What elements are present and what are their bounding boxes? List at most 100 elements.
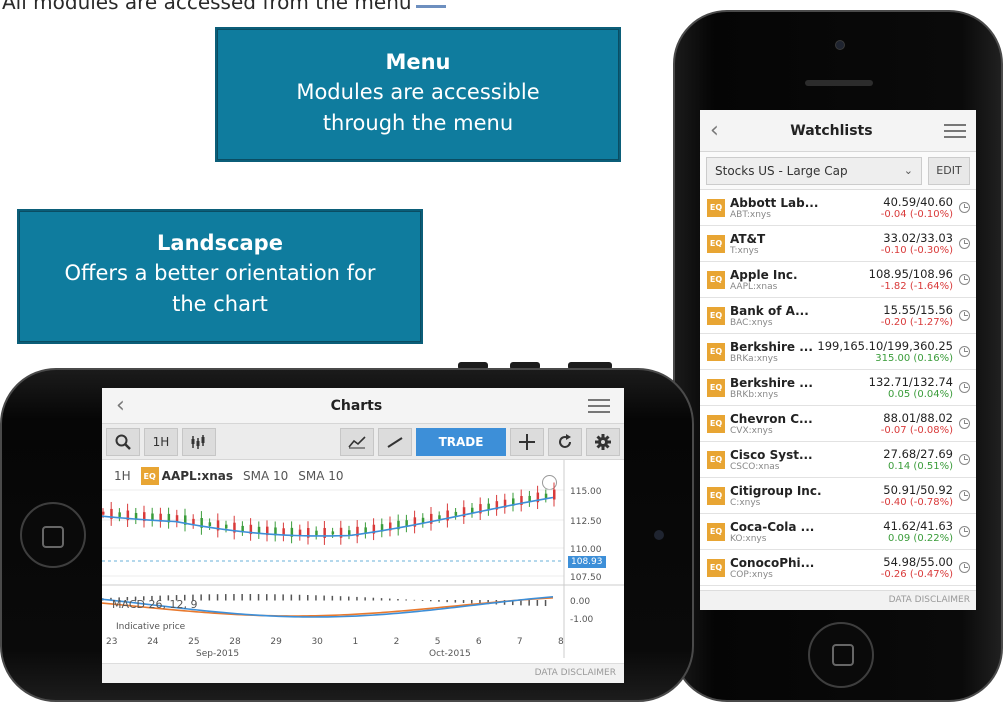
price-change: -0.26 (-0.47%)	[880, 569, 953, 580]
watchlist-row[interactable]: EQ Berkshire ... BRKb:xnys 132.71/132.74 0.0…	[700, 370, 976, 406]
earpiece	[805, 80, 873, 86]
trend-line-icon	[387, 436, 403, 448]
search-button[interactable]	[106, 427, 140, 456]
clock-icon[interactable]	[959, 562, 970, 573]
clock-icon[interactable]	[959, 202, 970, 213]
macd-bar	[274, 594, 276, 601]
watchlist-row[interactable]: EQ Apple Inc. AAPL:xnas 108.95/108.96 -1.82 …	[700, 262, 976, 298]
macd-bar	[430, 600, 432, 602]
candle-body	[553, 489, 556, 500]
last-price-tag: 108.93	[568, 556, 606, 568]
callout-title: Menu	[385, 50, 451, 74]
macd-bar	[282, 594, 284, 601]
macd-bar	[266, 594, 268, 601]
back-icon[interactable]: ‹	[710, 119, 719, 142]
home-button[interactable]	[20, 502, 86, 568]
watchlist-row[interactable]: EQ Cisco Syst... CSCO:xnas 27.68/27.69 0.14 …	[700, 442, 976, 478]
instrument-symbol: C:xnys	[730, 497, 761, 508]
draw-line-button[interactable]	[378, 427, 412, 456]
home-button[interactable]	[808, 622, 874, 688]
instrument-name: Chevron C...	[730, 411, 813, 426]
macd-bar	[249, 594, 252, 601]
instrument-info: AT&T T:xnys	[730, 232, 881, 256]
eq-badge: EQ	[707, 486, 725, 505]
watchlist-row[interactable]: EQ Coca-Cola ... KO:xnys 41.62/41.63 0.09 (0…	[700, 514, 976, 550]
instrument-name: Apple Inc.	[730, 267, 798, 282]
clock-icon[interactable]	[959, 382, 970, 393]
menu-icon[interactable]	[944, 123, 966, 138]
bid-ask: 40.59/40.60	[883, 195, 953, 209]
macd-bar	[257, 594, 260, 601]
macd-bar	[241, 594, 243, 601]
data-disclaimer-link[interactable]: DATA DISCLAIMER	[700, 590, 976, 610]
data-disclaimer-link[interactable]: DATA DISCLAIMER	[102, 663, 624, 683]
indicators-button[interactable]	[340, 427, 374, 456]
watchlist-row[interactable]: EQ Berkshire ... BRKa:xnys 199,165.10/199,3…	[700, 334, 976, 370]
interval-button[interactable]: 1H	[144, 427, 178, 456]
watchlist-row[interactable]: EQ Chevron C... CVX:xnys 88.01/88.02 -0.07 (…	[700, 406, 976, 442]
refresh-icon	[559, 433, 571, 448]
clock-icon[interactable]	[959, 310, 970, 321]
clock-icon[interactable]	[959, 274, 970, 285]
macd-bar	[356, 596, 358, 601]
front-camera	[835, 40, 845, 50]
instrument-prices: 199,165.10/199,360.25 315.00 (0.16%)	[817, 339, 953, 364]
watchlist-row[interactable]: EQ AT&T T:xnys 33.02/33.03 -0.10 (-0.30%)	[700, 226, 976, 262]
clock-icon[interactable]	[959, 346, 970, 357]
watchlist-screen: ‹ Watchlists Stocks US - Large Cap ⌄ EDI…	[700, 110, 976, 610]
macd-bar	[200, 594, 202, 601]
instrument-name: ConocoPhi...	[730, 555, 815, 570]
bid-ask: 199,165.10/199,360.25	[817, 339, 953, 353]
candle-body	[118, 512, 121, 517]
x-tick: 2	[393, 637, 400, 647]
chart-area[interactable]: 1H EQ AAPL:xnas SMA 10 SMA 10 115.00 112…	[102, 460, 624, 660]
candle-body	[331, 531, 335, 535]
callout-menu: Menu Modules are accessible through the …	[215, 27, 621, 162]
bid-ask: 27.68/27.69	[883, 447, 953, 461]
eq-badge: EQ	[707, 270, 725, 289]
settings-button[interactable]	[586, 427, 620, 456]
watchlist-select[interactable]: Stocks US - Large Cap ⌄	[706, 156, 922, 185]
eq-badge: EQ	[707, 414, 725, 433]
refresh-button[interactable]	[548, 427, 582, 456]
eq-badge: EQ	[707, 558, 725, 577]
macd-bar	[331, 595, 334, 601]
caption: All modules are accessed from the menu	[2, 0, 446, 14]
macd-bar	[397, 598, 399, 601]
menu-icon[interactable]	[588, 398, 610, 413]
macd-bar	[372, 597, 375, 601]
watchlist-row[interactable]: EQ ConocoPhi... COP:xnys 54.98/55.00 -0.26 (…	[700, 550, 976, 586]
chart-type-button[interactable]	[182, 427, 216, 456]
instrument-prices: 132.71/132.74 0.05 (0.04%)	[869, 375, 953, 400]
watchlist-row[interactable]: EQ Bank of A... BAC:xnys 15.55/15.56 -0.20 (…	[700, 298, 976, 334]
macd-bar	[339, 596, 342, 601]
crosshair-button[interactable]	[510, 427, 544, 456]
clock-icon[interactable]	[959, 526, 970, 537]
edit-button[interactable]: EDIT	[928, 156, 970, 185]
search-icon	[115, 434, 131, 450]
instrument-symbol: AAPL:xnas	[730, 281, 778, 292]
price-change: -0.40 (-0.78%)	[880, 497, 953, 508]
bid-ask: 54.98/55.00	[883, 555, 953, 569]
watchlist-row[interactable]: EQ Citigroup Inc. C:xnys 50.91/50.92 -0.40 (…	[700, 478, 976, 514]
instrument-symbol: BAC:xnys	[730, 317, 773, 328]
clock-icon[interactable]	[959, 454, 970, 465]
clock-icon[interactable]	[959, 490, 970, 501]
watchlist-row[interactable]: EQ Abbott Lab... ABT:xnys 40.59/40.60 -0.04 …	[700, 190, 976, 226]
clock-icon[interactable]	[959, 238, 970, 249]
instrument-name: Bank of A...	[730, 303, 809, 318]
y-tick: 112.50	[570, 517, 602, 527]
instrument-prices: 50.91/50.92 -0.40 (-0.78%)	[881, 483, 953, 508]
macd-bar	[323, 595, 325, 601]
bid-ask: 50.91/50.92	[883, 483, 953, 497]
trade-button[interactable]: TRADE	[416, 427, 506, 456]
clock-icon[interactable]	[959, 418, 970, 429]
instrument-name: Abbott Lab...	[730, 195, 819, 210]
callout-line: through the menu	[322, 111, 514, 135]
candle-body	[192, 518, 195, 525]
back-icon[interactable]: ‹	[116, 394, 125, 417]
menu-icon	[415, 0, 446, 8]
crosshair-icon	[519, 433, 535, 450]
price-change: -0.20 (-1.27%)	[880, 317, 953, 328]
x-tick: 6	[475, 637, 482, 647]
